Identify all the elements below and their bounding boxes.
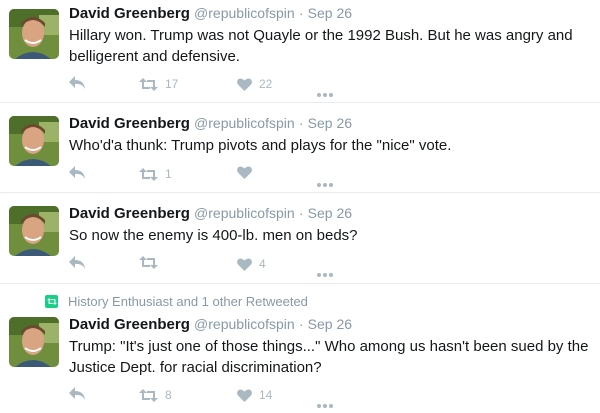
- reply-icon: [69, 387, 85, 400]
- timestamp[interactable]: Sep 26: [308, 205, 352, 221]
- author-name[interactable]: David Greenberg: [69, 115, 190, 132]
- retweet-context-icon: [45, 295, 58, 308]
- retweet-button[interactable]: 8: [139, 387, 172, 403]
- retweet-icon: [139, 388, 158, 402]
- more-button[interactable]: [317, 395, 333, 413]
- author-handle[interactable]: @republicofspin: [194, 316, 295, 332]
- heart-icon: [237, 258, 252, 271]
- avatar[interactable]: [9, 317, 59, 367]
- tweet-header: David Greenberg @republicofspin · Sep 26: [69, 205, 352, 222]
- heart-icon: [237, 166, 252, 179]
- reply-button[interactable]: [69, 387, 86, 401]
- reply-button[interactable]: [69, 256, 86, 270]
- author-handle[interactable]: @republicofspin: [194, 5, 295, 21]
- like-button[interactable]: 22: [237, 76, 272, 92]
- retweet-count: 1: [165, 167, 172, 181]
- author-name[interactable]: David Greenberg: [69, 316, 190, 333]
- tweet-header: David Greenberg @republicofspin · Sep 26: [69, 5, 352, 22]
- reply-button[interactable]: [69, 166, 86, 180]
- reply-icon: [69, 166, 85, 179]
- heart-icon: [237, 78, 252, 91]
- more-button[interactable]: [317, 174, 333, 192]
- tweet-text: Trump: "It's just one of those things...…: [69, 336, 590, 378]
- like-button[interactable]: 4: [237, 256, 266, 272]
- tweet-text-line: So now the enemy is 400-lb. men on beds?: [69, 227, 358, 244]
- tweet[interactable]: David Greenberg @republicofspin · Sep 26…: [0, 0, 600, 103]
- more-icon: [317, 183, 333, 187]
- separator: ·: [298, 316, 304, 332]
- timestamp[interactable]: Sep 26: [308, 316, 352, 332]
- more-button[interactable]: [317, 84, 333, 102]
- tweet-text: Who'd'a thunk: Trump pivots and plays fo…: [69, 135, 590, 156]
- tweet-text: So now the enemy is 400-lb. men on beds?: [69, 225, 590, 246]
- retweet-button[interactable]: [139, 256, 165, 269]
- tweet-text-line: belligerent and defensive.: [69, 48, 240, 65]
- more-button[interactable]: [317, 264, 333, 282]
- timestamp[interactable]: Sep 26: [308, 115, 352, 131]
- tweet[interactable]: David Greenberg @republicofspin · Sep 26…: [0, 103, 600, 193]
- retweet-count: 17: [165, 77, 179, 91]
- separator: ·: [298, 205, 304, 221]
- like-count: 22: [259, 77, 273, 91]
- tweet-text-line: Trump: "It's just one of those things...…: [69, 338, 589, 355]
- retweet-button[interactable]: 17: [139, 76, 178, 92]
- more-icon: [317, 273, 333, 277]
- author-name[interactable]: David Greenberg: [69, 205, 190, 222]
- like-count: 4: [259, 257, 266, 271]
- like-button[interactable]: [237, 166, 259, 179]
- author-name[interactable]: David Greenberg: [69, 5, 190, 22]
- heart-icon: [237, 389, 252, 402]
- timestamp[interactable]: Sep 26: [308, 5, 352, 21]
- like-count: 14: [259, 388, 273, 402]
- tweet-text-line: Justice Dept. for racial discrimination?: [69, 359, 322, 376]
- like-button[interactable]: 14: [237, 387, 272, 403]
- retweet-icon: [139, 77, 158, 91]
- avatar[interactable]: [9, 9, 59, 59]
- tweet[interactable]: History Enthusiast and 1 other Retweeted…: [0, 284, 600, 412]
- retweet-icon: [139, 167, 158, 181]
- retweet-context-text[interactable]: History Enthusiast and 1 other Retweeted: [68, 294, 308, 309]
- tweet-header: David Greenberg @republicofspin · Sep 26: [69, 316, 352, 333]
- avatar[interactable]: [9, 116, 59, 166]
- more-icon: [317, 93, 333, 97]
- separator: ·: [298, 115, 304, 131]
- tweet-text-line: Who'd'a thunk: Trump pivots and plays fo…: [69, 137, 452, 154]
- avatar[interactable]: [9, 206, 59, 256]
- retweet-icon: [139, 256, 158, 269]
- author-handle[interactable]: @republicofspin: [194, 205, 295, 221]
- retweet-count: 8: [165, 388, 172, 402]
- retweet-button[interactable]: 1: [139, 166, 172, 182]
- retweet-context: History Enthusiast and 1 other Retweeted: [45, 294, 308, 309]
- tweet-text: Hillary won. Trump was not Quayle or the…: [69, 25, 590, 67]
- reply-icon: [69, 76, 85, 89]
- reply-button[interactable]: [69, 76, 86, 90]
- reply-icon: [69, 256, 85, 269]
- more-icon: [317, 404, 333, 408]
- separator: ·: [298, 5, 304, 21]
- tweet-header: David Greenberg @republicofspin · Sep 26: [69, 115, 352, 132]
- tweet-text-line: Hillary won. Trump was not Quayle or the…: [69, 27, 573, 44]
- tweet[interactable]: David Greenberg @republicofspin · Sep 26…: [0, 193, 600, 284]
- author-handle[interactable]: @republicofspin: [194, 115, 295, 131]
